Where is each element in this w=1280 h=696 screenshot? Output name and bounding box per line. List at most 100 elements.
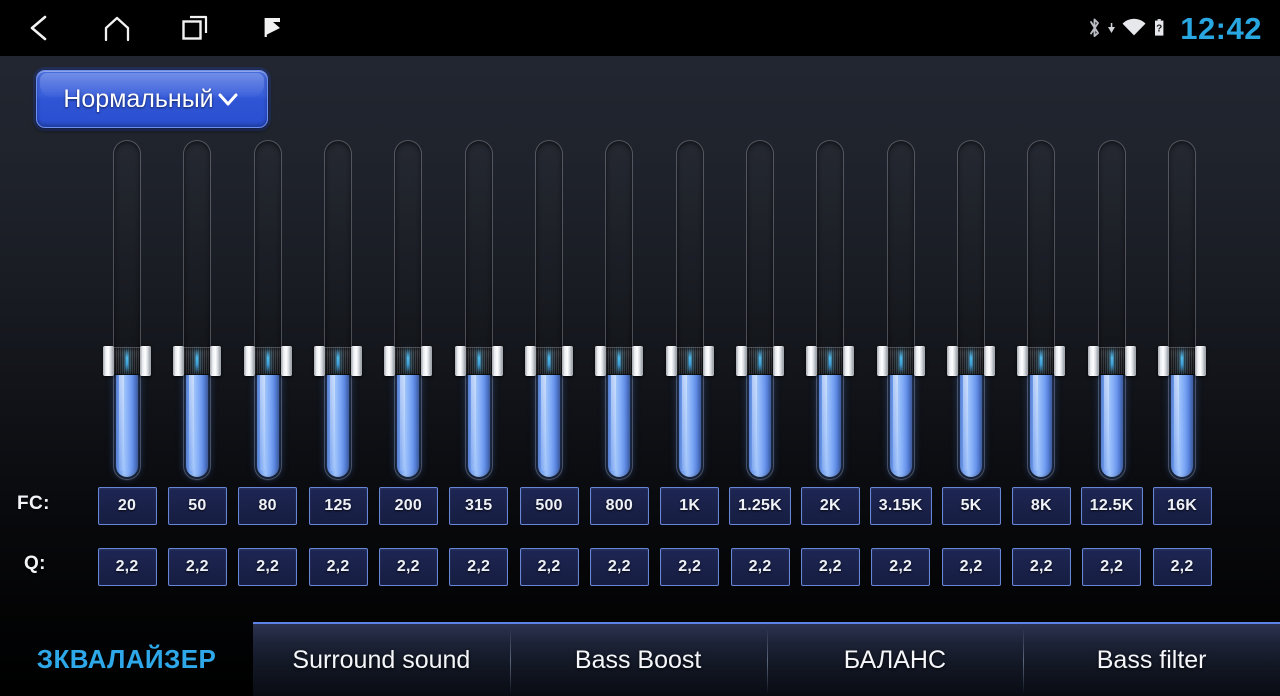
fc-value-box[interactable]: 50 (167, 487, 227, 525)
slider-thumb[interactable] (595, 346, 644, 376)
slider-thumb-cap-right (562, 346, 573, 376)
fc-value-box[interactable]: 3.15K (869, 487, 932, 525)
slider-thumb[interactable] (876, 346, 925, 376)
slider-thumb-cap-left (1158, 346, 1169, 376)
tab-item[interactable]: Bass Boost (509, 624, 767, 696)
slider-thumb[interactable] (1158, 346, 1206, 376)
fc-value-box[interactable]: 315 (449, 487, 509, 525)
slider-thumb-cap-left (876, 346, 888, 376)
slider-thumb-grip (393, 347, 424, 375)
slider-thumb-cap-right (843, 346, 855, 376)
q-value-box[interactable]: 2,2 (660, 548, 720, 586)
fc-value-box[interactable]: 1K (660, 487, 720, 525)
band-slider[interactable] (103, 140, 151, 480)
band-slider[interactable] (1087, 140, 1136, 480)
slider-fill (749, 361, 771, 477)
q-value-box[interactable]: 2,2 (800, 548, 860, 586)
fc-value-box[interactable]: 5K (941, 487, 1001, 525)
slider-thumb[interactable] (173, 346, 222, 376)
q-value-box[interactable]: 2,2 (941, 548, 1001, 586)
slider-thumb[interactable] (314, 346, 362, 376)
wifi-icon (1121, 16, 1147, 40)
fc-value-box[interactable]: 8K (1011, 487, 1071, 525)
q-value-box[interactable]: 2,2 (1152, 548, 1212, 586)
slider-thumb-cap-right (280, 346, 292, 376)
fc-value-box[interactable]: 20 (97, 487, 157, 525)
navigation-buttons (0, 0, 312, 56)
q-value-box[interactable]: 2,2 (1011, 548, 1071, 586)
recents-icon[interactable] (156, 0, 234, 56)
slider-thumb[interactable] (103, 346, 151, 376)
equalizer-panel: Нормальный FC: Q: 20 50 80 125 200 315 500 800 1… (0, 56, 1280, 622)
tab-item[interactable]: БАЛАНС (766, 624, 1024, 696)
inactive-tabs: Surround sound Bass Boost БАЛАНС Bass filte… (253, 622, 1280, 696)
slider-thumb-cap-left (595, 346, 607, 376)
fc-value-box[interactable]: 125 (308, 487, 368, 525)
battery-unknown-icon: ? (1152, 16, 1166, 40)
band-slider[interactable] (314, 140, 362, 480)
q-value-box[interactable]: 2,2 (519, 548, 579, 586)
band-slider[interactable] (736, 140, 784, 480)
fc-value-box[interactable]: 500 (519, 487, 579, 525)
slider-thumb-cap-left (384, 346, 396, 376)
fc-value-box[interactable]: 2K (800, 487, 860, 525)
band-slider[interactable] (173, 140, 222, 480)
q-value-box[interactable]: 2,2 (871, 548, 931, 586)
slider-thumb[interactable] (736, 346, 784, 376)
band-slider[interactable] (1017, 140, 1066, 480)
band-slider[interactable] (595, 140, 644, 480)
fc-value-box[interactable]: 800 (589, 487, 649, 525)
slider-thumb[interactable] (806, 346, 855, 376)
slider-thumb-cap-left (806, 346, 818, 376)
slider-thumb-grip (815, 347, 846, 375)
band-slider[interactable] (525, 140, 573, 480)
back-icon[interactable] (0, 0, 78, 56)
slider-thumb[interactable] (525, 346, 573, 376)
slider-thumb[interactable] (243, 346, 292, 376)
flag-icon[interactable] (234, 0, 312, 56)
q-value-box[interactable]: 2,2 (730, 548, 790, 586)
band-slider[interactable] (384, 140, 433, 480)
slider-thumb-cap-left (173, 346, 185, 376)
slider-thumb-grip (674, 347, 705, 375)
slider-thumb-cap-right (632, 346, 644, 376)
tab-item[interactable]: Surround sound (253, 624, 510, 696)
q-value-box[interactable]: 2,2 (308, 548, 368, 586)
slider-fill (186, 361, 209, 477)
slider-thumb-cap-left (1017, 346, 1029, 376)
fc-value-box[interactable]: 16K (1152, 487, 1212, 525)
slider-thumb[interactable] (384, 346, 433, 376)
slider-fill (256, 361, 279, 477)
band-slider[interactable] (806, 140, 855, 480)
tab-equalizer[interactable]: ЗКВАЛАЙЗЕР (0, 622, 253, 696)
fc-value-box[interactable]: 1.25K (729, 487, 791, 525)
band-slider[interactable] (243, 140, 292, 480)
q-value-box[interactable]: 2,2 (238, 548, 298, 586)
slider-thumb-cap-left (525, 346, 536, 376)
tab-equalizer-label: ЗКВАЛАЙЗЕР (36, 643, 217, 674)
slider-thumb[interactable] (947, 346, 995, 376)
slider-thumb[interactable] (665, 346, 714, 376)
bluetooth-icon (1087, 16, 1102, 40)
fc-value-box[interactable]: 200 (378, 487, 438, 525)
slider-thumb[interactable] (1017, 346, 1066, 376)
q-value-box[interactable]: 2,2 (378, 548, 438, 586)
home-icon[interactable] (78, 0, 156, 56)
q-value-box[interactable]: 2,2 (167, 548, 227, 586)
band-slider[interactable] (665, 140, 714, 480)
slider-thumb-cap-right (913, 346, 925, 376)
band-slider[interactable] (454, 140, 503, 480)
band-slider[interactable] (1158, 140, 1206, 480)
band-slider[interactable] (876, 140, 925, 480)
slider-fill (608, 361, 631, 477)
q-value-box[interactable]: 2,2 (97, 548, 157, 586)
q-value-box[interactable]: 2,2 (449, 548, 509, 586)
fc-value-box[interactable]: 80 (238, 487, 298, 525)
fc-value-box[interactable]: 12.5K (1080, 487, 1143, 525)
band-slider[interactable] (947, 140, 995, 480)
slider-thumb[interactable] (1087, 346, 1136, 376)
tab-item[interactable]: Bass filter (1023, 624, 1280, 696)
q-value-box[interactable]: 2,2 (1082, 548, 1142, 586)
q-value-box[interactable]: 2,2 (589, 548, 649, 586)
slider-thumb[interactable] (454, 346, 503, 376)
